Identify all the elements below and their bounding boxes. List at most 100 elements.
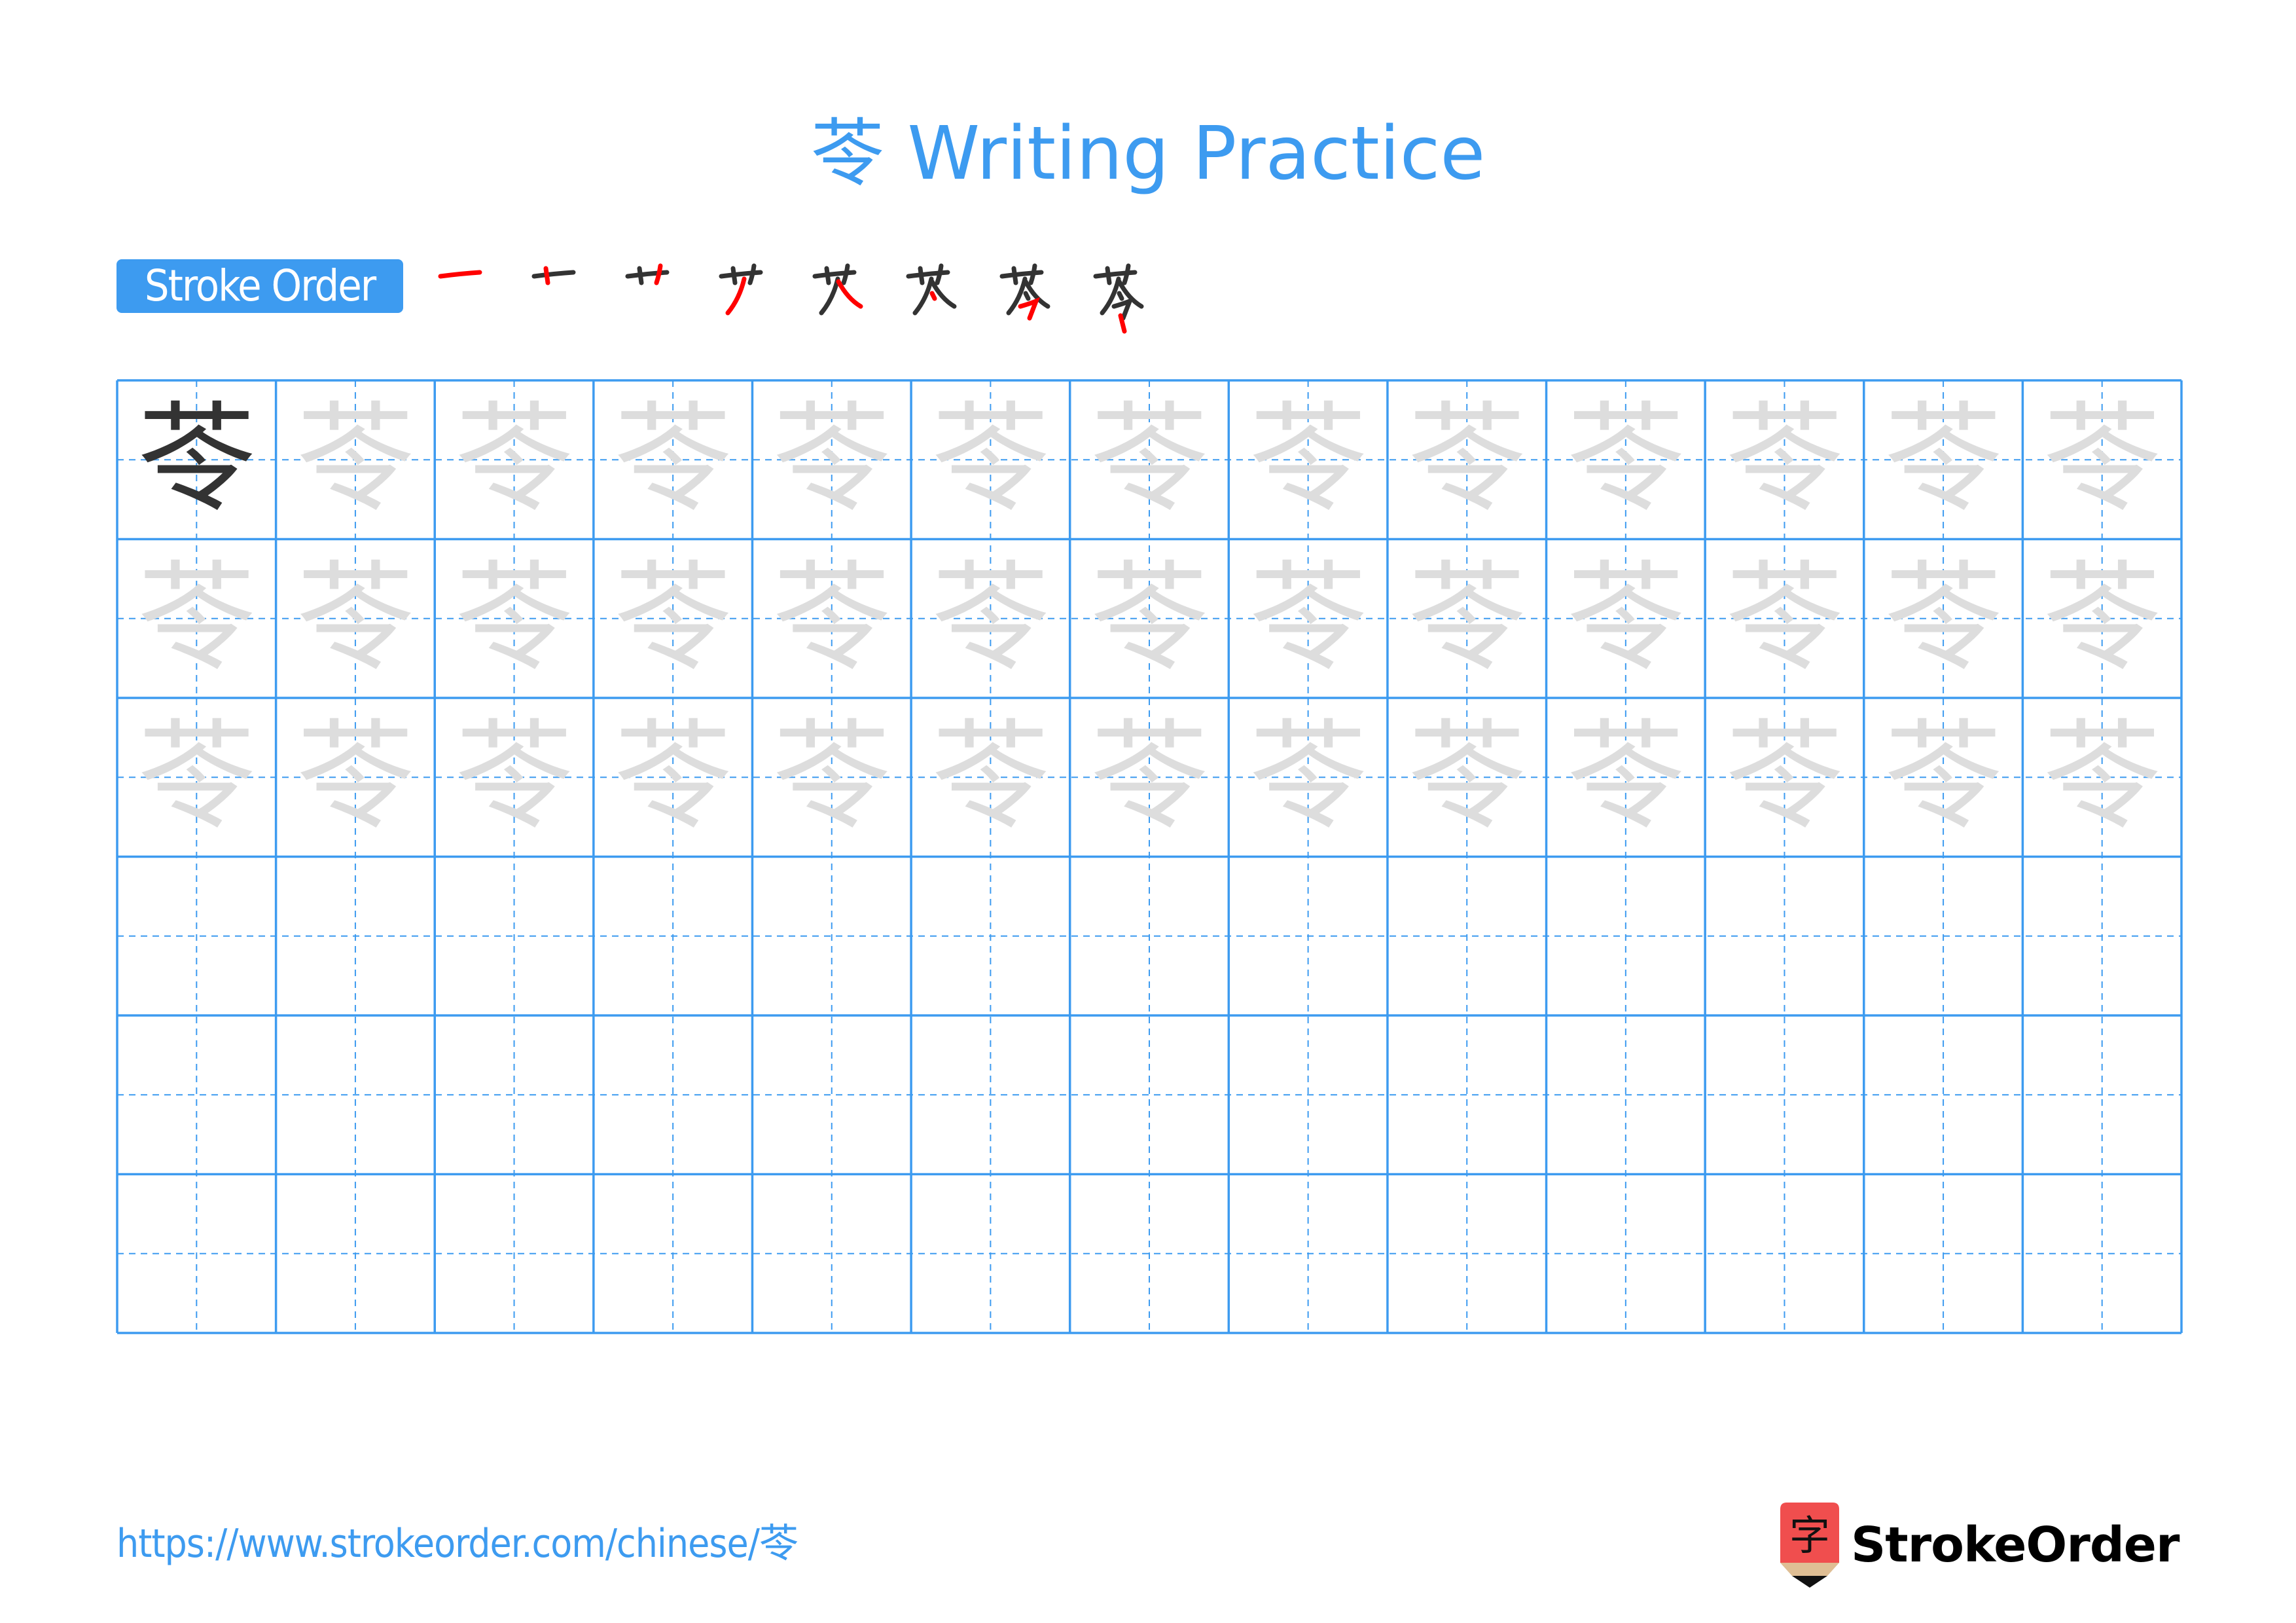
trace-character: 苓 xyxy=(1884,708,2003,846)
stroke-2 xyxy=(824,266,831,285)
stroke-step-4 xyxy=(705,253,790,338)
empty-practice-cell xyxy=(911,1015,1070,1175)
brand: 字 StrokeOrder xyxy=(1780,1503,2179,1588)
stroke-step-2 xyxy=(518,253,603,338)
brand-name: StrokeOrder xyxy=(1851,1517,2179,1573)
empty-practice-cell xyxy=(117,1015,276,1175)
empty-practice-cell xyxy=(911,1175,1070,1334)
empty-practice-cell xyxy=(594,857,753,1016)
trace-character: 苓 xyxy=(1884,391,2003,528)
empty-practice-cell xyxy=(911,857,1070,1016)
stroke-3 xyxy=(654,263,663,285)
trace-character: 苓 xyxy=(1725,708,1844,846)
page-title: 苓 Writing Practice xyxy=(0,105,2296,203)
trace-character: 苓 xyxy=(772,391,891,528)
stroke-6 xyxy=(929,291,937,301)
stroke-2 xyxy=(918,266,925,285)
trace-character: 苓 xyxy=(455,391,573,528)
trace-character: 苓 xyxy=(1408,708,1526,846)
empty-practice-cell xyxy=(276,1015,435,1175)
trace-character: 苓 xyxy=(931,391,1050,528)
stroke-5 xyxy=(929,279,957,309)
trace-character: 苓 xyxy=(1090,549,1208,687)
stroke-2 xyxy=(730,266,738,285)
stroke-7 xyxy=(1018,297,1041,321)
empty-practice-cell xyxy=(1229,1175,1388,1334)
empty-practice-cell xyxy=(1229,1015,1388,1175)
trace-character: 苓 xyxy=(1249,708,1367,846)
empty-practice-cell xyxy=(1070,1175,1229,1334)
empty-practice-cell xyxy=(1864,1175,2023,1334)
empty-practice-cell xyxy=(594,1175,753,1334)
empty-practice-cell xyxy=(1070,1015,1229,1175)
trace-character: 苓 xyxy=(455,708,573,846)
footer-url-link[interactable]: https://www.strokeorder.com/chinese/苓 xyxy=(117,1518,798,1570)
stroke-5 xyxy=(836,279,863,309)
stroke-2 xyxy=(543,266,550,285)
svg-text:字: 字 xyxy=(1789,1512,1830,1559)
model-character: 苓 xyxy=(137,391,256,528)
stroke-3 xyxy=(747,263,757,285)
stroke-step-7 xyxy=(986,253,1071,338)
empty-practice-cell xyxy=(435,1015,594,1175)
trace-character: 苓 xyxy=(2043,391,2161,528)
brand-logo-icon: 字 xyxy=(1780,1503,1839,1588)
title-text: Writing Practice xyxy=(907,111,1486,196)
empty-practice-cell xyxy=(1547,857,1706,1016)
empty-practice-cell xyxy=(1388,857,1547,1016)
empty-practice-cell xyxy=(1388,1015,1547,1175)
stroke-1 xyxy=(438,270,482,279)
trace-character: 苓 xyxy=(1725,391,1844,528)
empty-practice-cell xyxy=(2022,1015,2181,1175)
empty-practice-cell xyxy=(435,857,594,1016)
empty-practice-cell xyxy=(276,857,435,1016)
trace-character: 苓 xyxy=(931,708,1050,846)
trace-character: 苓 xyxy=(614,708,732,846)
stroke-2 xyxy=(637,266,644,285)
stroke-2 xyxy=(1011,266,1018,285)
empty-practice-cell xyxy=(752,857,911,1016)
stroke-6 xyxy=(1117,291,1124,301)
stroke-order-row: Stroke Order xyxy=(117,259,1144,334)
trace-character: 苓 xyxy=(614,391,732,528)
trace-character: 苓 xyxy=(137,708,256,846)
empty-practice-cell xyxy=(1705,1015,1864,1175)
trace-character: 苓 xyxy=(455,549,573,687)
empty-practice-cell xyxy=(1864,857,2023,1016)
stroke-3 xyxy=(841,263,850,285)
trace-character: 苓 xyxy=(1566,391,1685,528)
trace-character: 苓 xyxy=(614,549,732,687)
trace-character: 苓 xyxy=(1408,391,1526,528)
stroke-3 xyxy=(935,263,944,285)
trace-character: 苓 xyxy=(296,391,414,528)
trace-character: 苓 xyxy=(137,549,256,687)
trace-character: 苓 xyxy=(931,549,1050,687)
trace-character: 苓 xyxy=(296,549,414,687)
stroke-step-6 xyxy=(892,253,977,338)
empty-practice-cell xyxy=(1547,1015,1706,1175)
stroke-6 xyxy=(1023,291,1031,301)
empty-practice-cell xyxy=(435,1175,594,1334)
empty-practice-cell xyxy=(117,1175,276,1334)
empty-practice-cell xyxy=(2022,1175,2181,1334)
trace-character: 苓 xyxy=(1566,708,1685,846)
trace-character: 苓 xyxy=(772,708,891,846)
title-character: 苓 xyxy=(810,111,884,196)
trace-character: 苓 xyxy=(2043,549,2161,687)
empty-practice-cell xyxy=(594,1015,753,1175)
trace-character: 苓 xyxy=(1090,708,1208,846)
empty-practice-cell xyxy=(1705,857,1864,1016)
practice-grid: 苓苓苓苓苓苓苓苓苓苓苓苓苓苓苓苓苓苓苓苓苓苓苓苓苓苓苓苓苓苓苓苓苓苓苓苓苓苓苓 xyxy=(116,379,2183,1334)
empty-practice-cell xyxy=(1388,1175,1547,1334)
empty-practice-cell xyxy=(117,857,276,1016)
trace-character: 苓 xyxy=(1249,549,1367,687)
stroke-1 xyxy=(531,270,576,279)
trace-character: 苓 xyxy=(296,708,414,846)
trace-character: 苓 xyxy=(1249,391,1367,528)
empty-practice-cell xyxy=(276,1175,435,1334)
trace-character: 苓 xyxy=(772,549,891,687)
empty-practice-cell xyxy=(752,1175,911,1334)
stroke-3 xyxy=(1122,263,1131,285)
trace-character: 苓 xyxy=(1884,549,2003,687)
trace-character: 苓 xyxy=(1725,549,1844,687)
